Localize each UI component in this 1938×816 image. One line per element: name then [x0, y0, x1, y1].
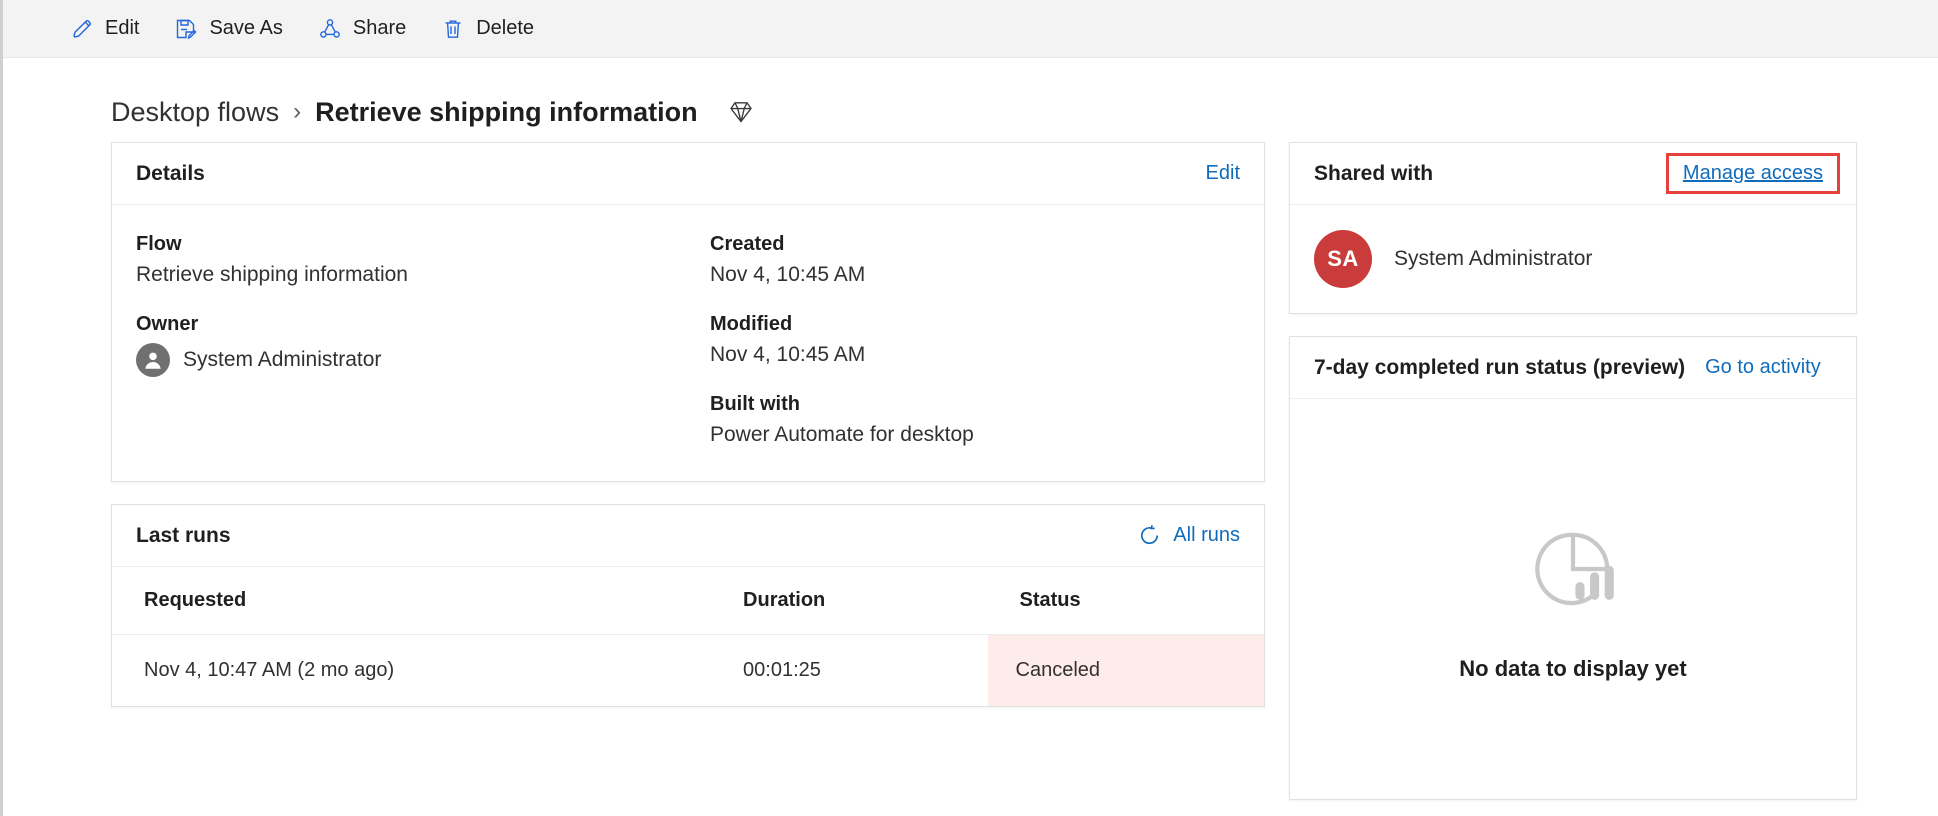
diamond-icon: [726, 97, 756, 127]
right-column: Shared with Manage access SA System Admi…: [1289, 142, 1857, 800]
details-right-fields: Created Nov 4, 10:45 AM Modified Nov 4, …: [688, 233, 1240, 447]
field-owner-value: System Administrator: [183, 348, 382, 371]
delete-button[interactable]: Delete: [426, 9, 548, 49]
last-runs-table: Requested Duration Status Nov 4, 10:47 A…: [112, 567, 1264, 706]
breadcrumb-parent-link[interactable]: Desktop flows: [111, 97, 279, 128]
table-header-row: Requested Duration Status: [112, 567, 1264, 635]
column-header-duration[interactable]: Duration: [711, 567, 988, 635]
column-header-requested[interactable]: Requested: [112, 567, 712, 635]
shared-with-card-title: Shared with: [1314, 161, 1434, 185]
breadcrumb-separator: ›: [293, 98, 302, 125]
field-built-with: Built with Power Automate for desktop: [710, 393, 1240, 447]
field-created: Created Nov 4, 10:45 AM: [710, 233, 1240, 287]
field-flow-value: Retrieve shipping information: [136, 263, 408, 286]
last-runs-table-head: Requested Duration Status: [112, 567, 1264, 635]
field-flow: Flow Retrieve shipping information: [136, 233, 688, 287]
run-status-card: 7-day completed run status (preview) Go …: [1289, 336, 1857, 800]
all-runs-link[interactable]: All runs: [1137, 523, 1240, 548]
trash-icon: [440, 16, 466, 42]
owner-avatar: [136, 343, 170, 377]
details-left-fields: Flow Retrieve shipping information Owner: [136, 233, 688, 447]
field-owner: Owner System Administrator: [136, 313, 688, 377]
run-status-empty-state: No data to display yet: [1290, 399, 1856, 799]
breadcrumb: Desktop flows › Retrieve shipping inform…: [3, 58, 1938, 136]
pencil-icon: [69, 16, 95, 42]
all-runs-label: All runs: [1173, 524, 1240, 546]
save-as-button[interactable]: Save As: [159, 9, 296, 49]
share-button-label: Share: [352, 17, 407, 39]
table-row[interactable]: Nov 4, 10:47 AM (2 mo ago) 00:01:25 Canc…: [112, 634, 1264, 706]
go-to-activity-link[interactable]: Go to activity: [1705, 356, 1821, 379]
details-card-title: Details: [136, 161, 205, 185]
last-runs-card-header: Last runs All runs: [112, 505, 1264, 567]
avatar: SA: [1314, 230, 1372, 288]
run-status-card-header: 7-day completed run status (preview) Go …: [1290, 337, 1856, 399]
field-modified-value: Nov 4, 10:45 AM: [710, 343, 866, 366]
field-modified-label: Modified: [710, 313, 793, 335]
field-built-with-value: Power Automate for desktop: [710, 423, 974, 446]
last-runs-table-body: Nov 4, 10:47 AM (2 mo ago) 00:01:25 Canc…: [112, 634, 1264, 706]
save-as-icon: [173, 16, 199, 42]
field-flow-label: Flow: [136, 233, 182, 255]
field-built-with-label: Built with: [710, 393, 800, 415]
shared-person-name: System Administrator: [1394, 247, 1593, 270]
run-status-card-title: 7-day completed run status (preview): [1314, 355, 1686, 379]
field-owner-label: Owner: [136, 313, 199, 335]
shared-with-card: Shared with Manage access SA System Admi…: [1289, 142, 1857, 314]
shared-with-list: SA System Administrator: [1290, 205, 1856, 313]
cell-duration: 00:01:25: [743, 659, 821, 681]
flow-details-page: Edit Save As Share Delete Desktop flows …: [0, 0, 1938, 816]
share-button[interactable]: Share: [303, 9, 420, 49]
edit-button-label: Edit: [105, 17, 140, 39]
delete-button-label: Delete: [476, 17, 535, 39]
left-column: Details Edit Flow Retrieve shipping info…: [111, 142, 1265, 707]
card-spacer: [111, 482, 1265, 504]
manage-access-highlight: Manage access: [1665, 153, 1840, 194]
save-as-button-label: Save As: [209, 17, 283, 39]
field-modified: Modified Nov 4, 10:45 AM: [710, 313, 1240, 367]
field-created-value: Nov 4, 10:45 AM: [710, 263, 866, 286]
refresh-icon: [1137, 523, 1162, 548]
last-runs-card: Last runs All runs Requested Duration St…: [111, 504, 1265, 707]
details-edit-link[interactable]: Edit: [1206, 162, 1240, 185]
owner-row: System Administrator: [136, 343, 688, 377]
card-spacer-right: [1289, 314, 1857, 336]
empty-state-text: No data to display yet: [1459, 655, 1687, 681]
details-card-body: Flow Retrieve shipping information Owner: [112, 205, 1264, 481]
shared-with-card-header: Shared with Manage access: [1290, 143, 1856, 205]
details-card: Details Edit Flow Retrieve shipping info…: [111, 142, 1265, 482]
page-title: Retrieve shipping information: [315, 96, 698, 127]
edit-button[interactable]: Edit: [55, 9, 153, 49]
manage-access-link[interactable]: Manage access: [1683, 162, 1823, 185]
last-runs-card-title: Last runs: [136, 523, 231, 547]
pie-chart-bars-icon: [1521, 517, 1625, 626]
share-icon: [317, 16, 343, 42]
status-badge: Canceled: [987, 634, 1264, 706]
cell-requested: Nov 4, 10:47 AM (2 mo ago): [144, 659, 395, 681]
command-bar: Edit Save As Share Delete: [3, 0, 1938, 58]
column-header-status[interactable]: Status: [987, 567, 1264, 635]
details-card-header: Details Edit: [112, 143, 1264, 205]
content-area: Details Edit Flow Retrieve shipping info…: [3, 136, 1938, 800]
field-created-label: Created: [710, 233, 785, 255]
